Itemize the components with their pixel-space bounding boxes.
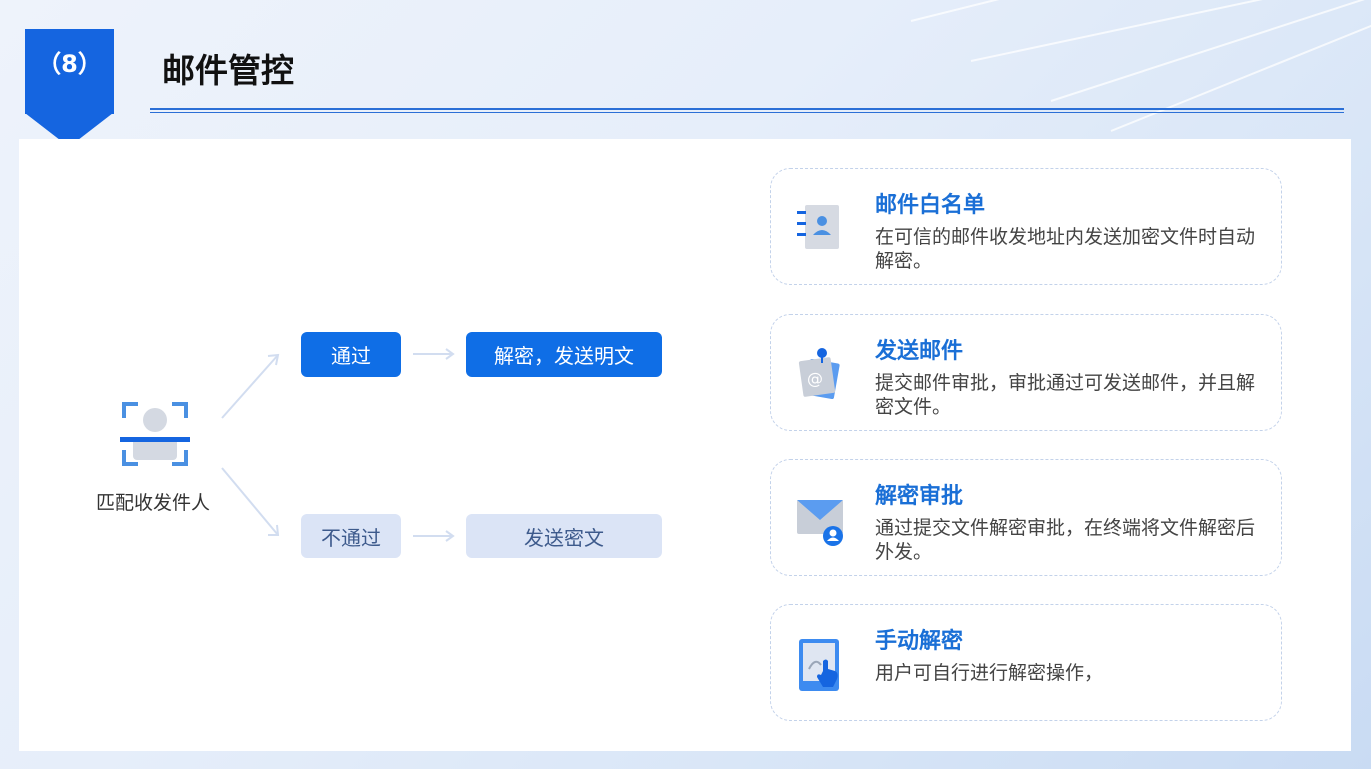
title-underline [150, 108, 1344, 110]
fail-button[interactable]: 不通过 [301, 514, 401, 558]
contact-book-icon [797, 205, 839, 249]
svg-text:@: @ [807, 369, 823, 388]
pinned-mail-note-icon: @ [798, 348, 840, 400]
envelope-user-icon [797, 500, 843, 546]
section-number: （8） [37, 50, 102, 78]
feature-card-send-mail[interactable]: @ 发送邮件 提交邮件审批，审批通过可发送邮件，并且解密文件。 [770, 314, 1282, 431]
feature-card-decrypt-approval[interactable]: 解密审批 通过提交文件解密审批，在终端将文件解密后外发。 [770, 459, 1282, 576]
feature-card-whitelist[interactable]: 邮件白名单 在可信的邮件收发地址内发送加密文件时自动解密。 [770, 168, 1282, 285]
card-title: 邮件白名单 [875, 193, 986, 218]
tablet-touch-icon [799, 639, 839, 691]
match-sender-label: 匹配收发件人 [96, 492, 211, 514]
card-title: 发送邮件 [875, 339, 964, 364]
card-description: 通过提交文件解密审批，在终端将文件解密后外发。 [875, 517, 1256, 563]
card-title: 手动解密 [875, 629, 964, 654]
title-underline-thin [150, 112, 1344, 113]
background-decoration [851, 0, 1371, 140]
card-title: 解密审批 [875, 484, 964, 509]
send-ciphertext-button[interactable]: 发送密文 [466, 514, 662, 558]
card-description: 在可信的邮件收发地址内发送加密文件时自动解密。 [875, 226, 1256, 272]
feature-card-manual-decrypt[interactable]: 手动解密 用户可自行进行解密操作， [770, 604, 1282, 721]
decrypt-send-plaintext-button[interactable]: 解密，发送明文 [466, 332, 662, 377]
pass-button[interactable]: 通过 [301, 332, 401, 377]
card-description: 提交邮件审批，审批通过可发送邮件，并且解密文件。 [875, 372, 1256, 418]
match-person-icon [120, 402, 190, 466]
page-title: 邮件管控 [162, 51, 294, 90]
card-description: 用户可自行进行解密操作， [875, 662, 1104, 684]
